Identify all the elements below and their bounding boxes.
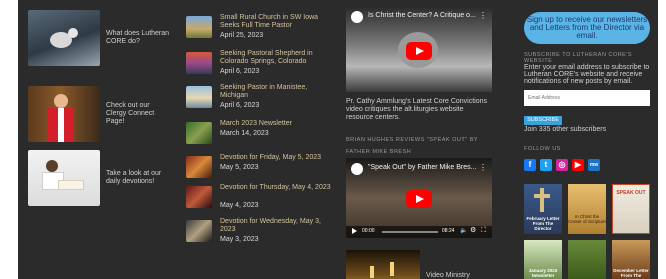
tile-label: In Christ the Center of Scripture	[568, 214, 606, 224]
channel-logo-icon	[351, 163, 363, 175]
post-date: April 25, 2023	[220, 32, 264, 39]
video-controls-bar: 00:00 08:24 🔈 ⚙ ⛶	[346, 226, 492, 238]
video-2-title[interactable]: "Speak Out" by Father Mike Bres...	[368, 164, 476, 171]
subscribers-count: Join 335 other subscribers	[524, 126, 607, 133]
post-thumbnail[interactable]	[186, 220, 212, 242]
post-item[interactable]: Devotion for Friday, May 5, 2023 May 5, …	[186, 154, 336, 184]
video-1-caption: Pr. Cathy Ammlung's Latest Core Convicti…	[346, 98, 488, 121]
post-title[interactable]: Seeking Pastoral Shepherd in Colorado Sp…	[220, 50, 336, 66]
subscribe-heading: SUBSCRIBE TO LUTHERAN CORE'S WEBSITE	[524, 52, 633, 64]
tile-label: February Letter From The Director	[526, 216, 560, 231]
post-date: May 3, 2023	[220, 236, 259, 243]
post-item[interactable]: Devotion for Wednesday, May 3, 2023 May …	[186, 218, 336, 248]
video-player-2[interactable]: "Speak Out" by Father Mike Bres... ⋮ 00:…	[346, 158, 492, 238]
page-content: What does Lutheran CORE do? Check out ou…	[18, 0, 658, 279]
video-total-time: 08:24	[442, 228, 455, 234]
subscribe-button[interactable]: SUBSCRIBE	[524, 116, 562, 125]
daily-devotions-link[interactable]: Take a look at our daily devotions!	[28, 150, 170, 206]
youtube-icon[interactable]: ▶	[572, 159, 584, 171]
settings-gear-icon[interactable]: ⚙	[470, 226, 476, 234]
video-ministry-label[interactable]: Video Ministry	[426, 272, 470, 279]
candle-flame-right	[390, 262, 394, 276]
video-progress-bar[interactable]	[382, 231, 438, 233]
play-button-icon[interactable]	[406, 190, 432, 208]
more-vert-icon[interactable]: ⋮	[479, 11, 487, 20]
what-does-core-do-link[interactable]: What does Lutheran CORE do?	[28, 10, 170, 66]
post-item[interactable]: Devotion for Thursday, May 4, 2023 May 4…	[186, 184, 336, 214]
post-title[interactable]: March 2023 Newsletter	[220, 120, 336, 128]
post-date: April 6, 2023	[220, 68, 260, 75]
post-thumbnail[interactable]	[186, 52, 212, 74]
social-icons: f t ◎ ▶ mw	[524, 159, 600, 171]
cross-icon	[540, 188, 544, 212]
newsletter-signup-button[interactable]: Sign up to receive our newsletters and L…	[524, 12, 650, 44]
subscribe-description: Enter your email address to subscribe to…	[524, 64, 650, 85]
post-thumbnail[interactable]	[186, 16, 212, 38]
facebook-icon[interactable]: f	[524, 159, 536, 171]
tile-label: December Letter From The Director	[613, 268, 649, 279]
post-title[interactable]: Devotion for Friday, May 5, 2023	[220, 154, 336, 162]
clergy-connect-link[interactable]: Check out our Clergy Connect Page!	[28, 86, 170, 142]
tile-speak-out[interactable]: SPEAK OUT	[612, 184, 650, 234]
post-thumbnail[interactable]	[186, 86, 212, 108]
clergy-connect-caption[interactable]: Check out our Clergy Connect Page!	[106, 102, 170, 126]
twitter-icon[interactable]: t	[540, 159, 552, 171]
post-title[interactable]: Small Rural Church in SW Iowa Seeks Full…	[220, 14, 336, 30]
candle-flame-left	[370, 266, 374, 278]
post-date: May 4, 2023	[220, 202, 259, 209]
post-date: May 5, 2023	[220, 164, 259, 171]
tile-christ-center[interactable]: In Christ the Center of Scripture	[568, 184, 606, 234]
cross-bar	[534, 194, 550, 198]
tile-january-newsletter[interactable]: January 2023 Newsletter	[524, 240, 562, 279]
post-item[interactable]: Small Rural Church in SW Iowa Seeks Full…	[186, 14, 336, 44]
daily-devotions-image[interactable]	[28, 150, 100, 206]
what-does-core-do-image[interactable]	[28, 10, 100, 66]
post-title[interactable]: Devotion for Thursday, May 4, 2023	[220, 184, 336, 192]
tile-green-image[interactable]	[568, 240, 606, 279]
post-item[interactable]: Seeking Pastoral Shepherd in Colorado Sp…	[186, 50, 336, 80]
post-title[interactable]: Seeking Pastor in Manistee, Michigan	[220, 84, 336, 100]
post-date: April 6, 2023	[220, 102, 260, 109]
post-date: March 14, 2023	[220, 130, 269, 137]
tile-december-letter[interactable]: December Letter From The Director	[612, 240, 650, 279]
what-does-core-do-caption[interactable]: What does Lutheran CORE do?	[106, 30, 170, 46]
post-item[interactable]: Seeking Pastor in Manistee, Michigan Apr…	[186, 84, 336, 114]
play-button-icon[interactable]	[406, 42, 432, 60]
video-ministry-image[interactable]	[346, 250, 420, 279]
email-address-input[interactable]	[524, 90, 650, 106]
daily-devotions-caption[interactable]: Take a look at our daily devotions!	[106, 170, 170, 186]
play-icon[interactable]	[352, 228, 357, 234]
video-player-1[interactable]: Is Christ the Center? A Critique o... ⋮	[346, 6, 492, 92]
video-1-title[interactable]: Is Christ the Center? A Critique o...	[368, 12, 476, 19]
post-title[interactable]: Devotion for Wednesday, May 3, 2023	[220, 218, 336, 234]
tile-february-letter[interactable]: February Letter From The Director	[524, 184, 562, 234]
video-2-section-heading: BRIAN HUGHES REVIEWS "SPEAK OUT" BY FATH…	[346, 137, 478, 155]
post-thumbnail[interactable]	[186, 186, 212, 208]
tile-label: January 2023 Newsletter	[528, 268, 558, 278]
volume-icon[interactable]: 🔈	[460, 227, 467, 234]
post-thumbnail[interactable]	[186, 156, 212, 178]
mewe-icon[interactable]: mw	[588, 159, 600, 171]
tile-label: SPEAK OUT	[616, 190, 646, 196]
fullscreen-icon[interactable]: ⛶	[481, 227, 486, 235]
more-vert-icon[interactable]: ⋮	[479, 163, 487, 172]
channel-logo-icon	[351, 11, 363, 23]
post-item[interactable]: March 2023 Newsletter March 14, 2023	[186, 120, 336, 150]
video-current-time: 00:00	[362, 228, 375, 234]
follow-us-heading: FOLLOW US	[524, 146, 561, 152]
clergy-connect-image[interactable]	[28, 86, 100, 142]
instagram-icon[interactable]: ◎	[556, 159, 568, 171]
post-thumbnail[interactable]	[186, 122, 212, 144]
